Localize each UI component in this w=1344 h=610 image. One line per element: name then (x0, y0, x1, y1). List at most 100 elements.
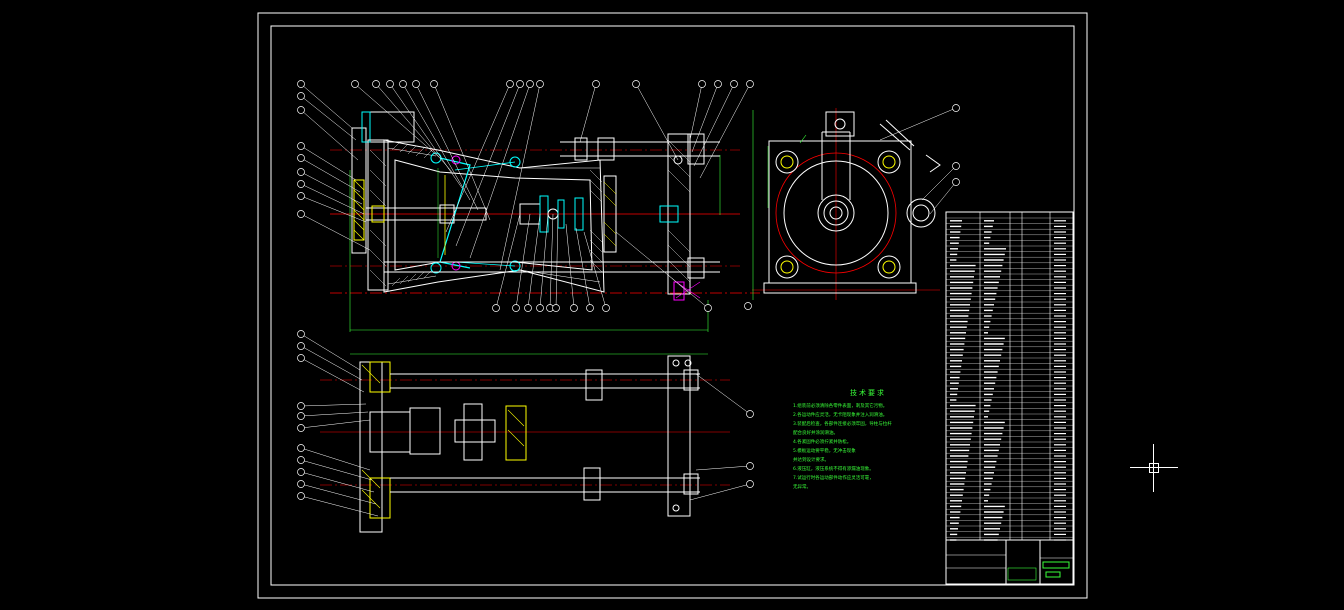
front-section-view (330, 111, 760, 332)
cad-drawing-canvas[interactable] (0, 0, 1344, 610)
part-balloon (430, 80, 438, 88)
part-balloon (297, 480, 305, 488)
balloon-leader (555, 213, 559, 309)
balloon-leader (300, 471, 375, 493)
part-balloon (297, 444, 305, 452)
part-balloon (512, 304, 520, 312)
part-balloon (297, 424, 305, 432)
part-balloon (536, 304, 544, 312)
balloon-leader (300, 95, 357, 141)
part-balloon (297, 92, 305, 100)
balloon-leader (615, 231, 709, 309)
part-balloon (297, 180, 305, 188)
balloon-leader (300, 157, 361, 193)
part-balloon (526, 80, 534, 88)
part-balloon (297, 154, 305, 162)
balloon-leader (300, 495, 379, 517)
part-balloon (399, 80, 407, 88)
requirement-line: 5.模板运动要平稳，无冲击现象 (793, 449, 856, 454)
balloon-leader (300, 403, 367, 407)
part-balloon (952, 178, 960, 186)
part-balloon (570, 304, 578, 312)
balloon-leader (689, 83, 703, 141)
part-balloon (952, 104, 960, 112)
part-balloon (297, 342, 305, 350)
balloon-leader (469, 83, 531, 259)
requirement-line: 无异常。 (793, 485, 811, 490)
part-balloon (746, 462, 754, 470)
requirement-line: 6.液压缸，液压系统不得有渗漏油现象。 (793, 467, 874, 472)
part-balloon (952, 162, 960, 170)
balloon-leader (389, 83, 463, 189)
balloon-leader (300, 333, 361, 371)
part-balloon (412, 80, 420, 88)
requirement-line: 并达到设计要求。 (793, 458, 829, 463)
requirement-line: 2.各运动件应灵活，无卡阻现象并注入润滑油。 (793, 413, 888, 418)
requirement-line: 配合良好并涂润滑油。 (793, 431, 838, 436)
part-balloon (506, 80, 514, 88)
part-balloon (297, 192, 305, 200)
balloon-leader (549, 213, 554, 309)
balloon-leader (579, 83, 597, 143)
part-balloon (714, 80, 722, 88)
part-balloon (297, 354, 305, 362)
part-balloon (297, 412, 305, 420)
part-balloon (602, 304, 610, 312)
part-balloon (297, 492, 305, 500)
requirement-line: 1.组装前必须清除各零件表面，刺及其它污物。 (793, 404, 888, 409)
requirement-line: 4.各紧固件必须拧紧并防松。 (793, 440, 852, 445)
cad-cursor-crosshair-icon (1130, 444, 1178, 492)
balloon-leader (527, 213, 541, 309)
part-balloon (698, 80, 706, 88)
part-balloon (297, 402, 305, 410)
balloon-leader (921, 165, 957, 201)
part-balloon (351, 80, 359, 88)
part-balloon (372, 80, 380, 88)
balloon-leader (879, 107, 957, 141)
part-balloon (297, 80, 305, 88)
balloon-leader (300, 411, 369, 417)
part-balloon (297, 210, 305, 218)
part-balloon (492, 304, 500, 312)
part-balloon (297, 168, 305, 176)
balloon-leader (300, 459, 373, 481)
part-balloon (516, 80, 524, 88)
technical-requirements: 技术要求 1.组装前必须清除各零件表面，刺及其它污物。 2.各运动件应灵活，无卡… (793, 388, 943, 492)
balloon-leader (375, 83, 453, 173)
balloon-leader (300, 357, 365, 393)
part-balloon (632, 80, 640, 88)
balloon-leader (300, 195, 367, 223)
part-balloon (704, 304, 712, 312)
part-balloon (586, 304, 594, 312)
part-balloon (524, 304, 532, 312)
balloon-leader (635, 83, 679, 161)
part-balloon (297, 106, 305, 114)
balloon-leader (300, 483, 377, 505)
balloon-leader (699, 83, 751, 179)
requirement-line: 7.试运行时各运动部件动作应灵活可靠， (793, 476, 874, 481)
balloon-leader (539, 213, 549, 309)
part-balloon (297, 468, 305, 476)
top-view (320, 353, 730, 533)
requirement-line: 3.装配后检查，各部件连接必须牢固，导柱与拉杆 (793, 422, 892, 427)
part-balloon (746, 80, 754, 88)
part-balloon (592, 80, 600, 88)
part-balloon (536, 80, 544, 88)
parts-list-table (945, 211, 1074, 585)
balloon-leader (515, 213, 531, 309)
balloon-leader (695, 465, 751, 471)
side-view (744, 108, 941, 310)
balloon-leader (300, 83, 353, 129)
part-balloon (730, 80, 738, 88)
part-balloon (746, 480, 754, 488)
balloon-leader (575, 227, 591, 309)
part-balloon (746, 410, 754, 418)
part-balloon (297, 330, 305, 338)
part-balloon (297, 456, 305, 464)
part-balloon (386, 80, 394, 88)
part-balloon (552, 304, 560, 312)
technical-requirements-title: 技术要求 (850, 389, 886, 397)
balloon-leader (929, 181, 957, 215)
balloon-leader (415, 83, 479, 211)
part-balloon (297, 142, 305, 150)
